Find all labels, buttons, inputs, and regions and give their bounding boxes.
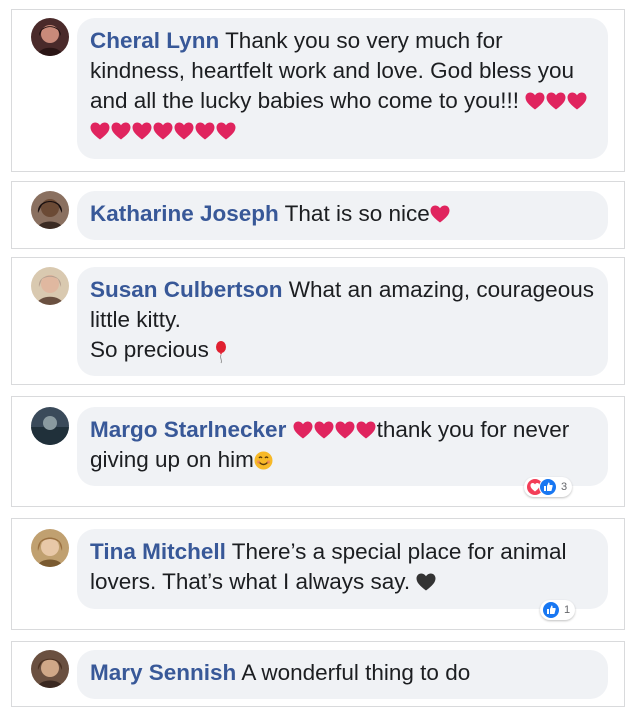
avatar[interactable] <box>31 407 69 445</box>
commenter-name[interactable]: Katharine Joseph <box>90 201 279 226</box>
avatar[interactable] <box>31 650 69 688</box>
reaction-count: 3 <box>561 481 568 493</box>
comment-card: Katharine Joseph That is so nice <box>11 181 625 249</box>
commenter-name[interactable]: Margo Starlnecker <box>90 417 286 442</box>
reactions-badge[interactable]: 3 <box>524 477 573 497</box>
comment-bubble: Susan Culbertson What an amazing, courag… <box>77 267 608 376</box>
commenter-name[interactable]: Tina Mitchell <box>90 539 226 564</box>
comment-text: A wonderful thing to do <box>241 660 471 685</box>
hearts-emoji <box>293 417 377 442</box>
comment-bubble: Tina Mitchell There’s a special place fo… <box>77 529 608 609</box>
commenter-name[interactable]: Mary Sennish <box>90 660 236 685</box>
avatar[interactable] <box>31 18 69 56</box>
commenter-name[interactable]: Susan Culbertson <box>90 277 283 302</box>
comment-card: Mary Sennish A wonderful thing to do <box>11 641 625 707</box>
avatar[interactable] <box>31 529 69 567</box>
comment-text: So precious <box>90 337 209 362</box>
like-reaction-icon <box>539 478 557 496</box>
reactions-badge[interactable]: 1 <box>540 600 576 620</box>
comment-bubble: Mary Sennish A wonderful thing to do <box>77 650 608 699</box>
balloon-icon <box>216 341 227 364</box>
smiling-face-icon <box>254 451 273 470</box>
commenter-name[interactable]: Cheral Lynn <box>90 28 219 53</box>
heart-icon <box>430 205 450 223</box>
comment-bubble: Katharine Joseph That is so nice <box>77 191 608 240</box>
reaction-count: 1 <box>564 604 571 616</box>
avatar[interactable] <box>31 267 69 305</box>
like-reaction-icon <box>542 601 560 619</box>
comment-text: That is so nice <box>284 201 430 226</box>
comment-bubble: Cheral Lynn Thank you so very much for k… <box>77 18 608 159</box>
avatar[interactable] <box>31 191 69 229</box>
comment-card: Susan Culbertson What an amazing, courag… <box>11 257 625 385</box>
comment-card: Tina Mitchell There’s a special place fo… <box>11 518 625 630</box>
black-heart-icon <box>416 573 436 591</box>
comment-bubble: Margo Starlnecker thank you for never gi… <box>77 407 608 486</box>
comment-card: Cheral Lynn Thank you so very much for k… <box>11 9 625 172</box>
comment-card: Margo Starlnecker thank you for never gi… <box>11 396 625 507</box>
